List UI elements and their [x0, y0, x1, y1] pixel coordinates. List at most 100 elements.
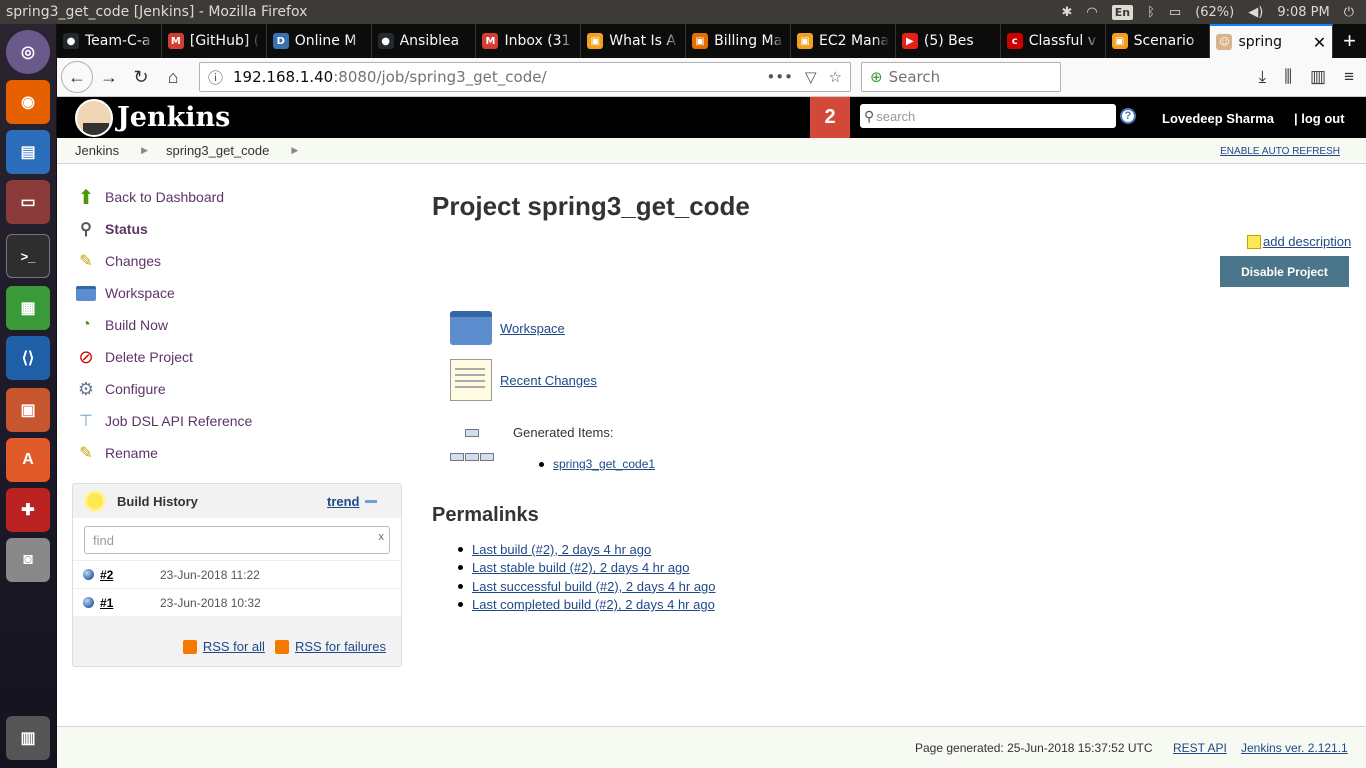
task-rename[interactable]: ✎ Rename: [75, 437, 405, 469]
browser-tab[interactable]: ▣ Billing Ma: [686, 24, 792, 58]
browser-tab[interactable]: ● Team-C-a: [57, 24, 162, 58]
trend-link[interactable]: trend: [327, 494, 360, 509]
presentation-icon[interactable]: ▣: [6, 388, 50, 432]
wifi-icon[interactable]: ◠: [1086, 5, 1097, 20]
new-tab-button[interactable]: +: [1333, 24, 1366, 58]
task-job-dsl-api-reference[interactable]: ⊤ Job DSL API Reference: [75, 405, 405, 437]
jenkins-butler-icon: [75, 98, 113, 137]
generated-items-label: Generated Items:: [513, 425, 614, 440]
url-bar[interactable]: ⓘ 192.168.1.40:8080/job/spring3_get_code…: [199, 62, 851, 92]
rest-api-link[interactable]: REST API: [1173, 741, 1227, 755]
task-delete-project[interactable]: ⊘ Delete Project: [75, 341, 405, 373]
build-number-link[interactable]: #2: [100, 568, 160, 582]
build-history-widget: Build History trend find x #2 23-Jun-201…: [72, 483, 402, 667]
sidebar-icon[interactable]: ▥: [1310, 67, 1326, 87]
permalink-last-stable-build[interactable]: Last stable build (#2), 2 days 4 hr ago: [472, 560, 690, 575]
spreadsheet-icon[interactable]: ▦: [6, 286, 50, 330]
close-tab-icon[interactable]: ✕: [1313, 33, 1326, 52]
breadcrumb-item-jenkins[interactable]: Jenkins: [75, 143, 119, 158]
clear-find-icon[interactable]: x: [379, 531, 385, 543]
downloads-icon[interactable]: ⤓: [1259, 67, 1267, 87]
page-actions-icon[interactable]: •••: [766, 68, 793, 86]
rss-failures-link[interactable]: RSS for failures: [295, 639, 386, 654]
bookmark-star-icon[interactable]: ☆: [829, 68, 842, 86]
add-description-link[interactable]: add description: [1247, 234, 1351, 249]
browser-tab[interactable]: ▣ What Is A: [581, 24, 687, 58]
permalink-last-build[interactable]: Last build (#2), 2 days 4 hr ago: [472, 542, 651, 557]
trash-icon[interactable]: ▥: [6, 716, 50, 760]
jenkins-version-link[interactable]: Jenkins ver. 2.121.1: [1241, 741, 1348, 755]
browser-tab[interactable]: ▶ (5) Bes: [896, 24, 1001, 58]
home-button[interactable]: ⌂: [157, 61, 189, 93]
image-viewer-icon[interactable]: ▤: [6, 130, 50, 174]
battery-percent[interactable]: (62%): [1195, 5, 1234, 20]
menu-icon[interactable]: ≡: [1344, 67, 1354, 87]
system-settings-icon[interactable]: ✚: [6, 488, 50, 532]
library-icon[interactable]: ⫼: [1284, 67, 1292, 87]
back-button[interactable]: ←: [61, 61, 93, 93]
jenkins-logo[interactable]: Jenkins: [75, 98, 230, 137]
settings-gear-icon[interactable]: ✱: [1061, 5, 1072, 20]
power-icon[interactable]: ⏻: [1344, 5, 1354, 20]
disable-project-button[interactable]: Disable Project: [1220, 256, 1349, 287]
browser-tab[interactable]: M [GitHub] (: [162, 24, 267, 58]
task-changes[interactable]: ✎ Changes: [75, 245, 405, 277]
browser-tab[interactable]: ▣ EC2 Mana: [791, 24, 896, 58]
magnifier-icon: ⚲: [80, 221, 92, 238]
jenkins-search-box[interactable]: ⚲: [860, 104, 1116, 128]
ubuntu-dash-icon[interactable]: ◎: [6, 30, 50, 74]
browser-tab[interactable]: ● Ansiblea: [372, 24, 477, 58]
clock[interactable]: 9:08 PM: [1277, 5, 1329, 20]
rss-all-link[interactable]: RSS for all: [203, 639, 265, 654]
logout-link[interactable]: | log out: [1294, 111, 1345, 126]
forward-button[interactable]: →: [93, 61, 125, 93]
browser-search-box[interactable]: ⊕ Search: [861, 62, 1061, 92]
browser-tab[interactable]: M Inbox (31: [476, 24, 582, 58]
build-find-input[interactable]: find x: [84, 526, 390, 554]
permalink-last-completed-build[interactable]: Last completed build (#2), 2 days 4 hr a…: [472, 597, 715, 612]
bluetooth-icon[interactable]: ᛒ: [1147, 5, 1155, 20]
files-icon[interactable]: ▭: [6, 180, 50, 224]
task-status[interactable]: ⚲ Status: [75, 213, 405, 245]
notification-badge[interactable]: 2: [810, 97, 850, 138]
build-date[interactable]: 23-Jun-2018 10:32: [160, 596, 261, 610]
chevron-right-icon[interactable]: ▶: [291, 145, 298, 156]
recent-changes-link[interactable]: Recent Changes: [450, 359, 597, 401]
firefox-icon[interactable]: ◉: [6, 80, 50, 124]
build-number-link[interactable]: #1: [100, 596, 160, 610]
pocket-icon[interactable]: ▽: [805, 68, 817, 86]
chevron-right-icon[interactable]: ▶: [141, 145, 148, 156]
enable-auto-refresh-link[interactable]: ENABLE AUTO REFRESH: [1220, 146, 1340, 157]
task-build-now[interactable]: ◔ Build Now: [75, 309, 405, 341]
build-date[interactable]: 23-Jun-2018 11:22: [160, 568, 260, 582]
battery-icon[interactable]: ▭: [1169, 5, 1181, 20]
aws-icon: ▣: [1111, 33, 1128, 49]
folder-icon: [75, 282, 97, 304]
breadcrumb-item-project[interactable]: spring3_get_code: [166, 143, 269, 158]
jenkins-search-input[interactable]: [876, 108, 1097, 124]
bullet: [539, 461, 544, 467]
permalink-last-successful-build[interactable]: Last successful build (#2), 2 days 4 hr …: [472, 579, 716, 594]
keyboard-layout-indicator[interactable]: En: [1111, 4, 1134, 20]
browser-tab[interactable]: ▣ Scenario: [1106, 24, 1211, 58]
browser-tab[interactable]: D Online M: [267, 24, 372, 58]
task-configure[interactable]: ⚙ Configure: [75, 373, 405, 405]
camera-icon[interactable]: ◙: [6, 538, 50, 582]
terminal-icon[interactable]: >_: [6, 234, 50, 278]
software-center-icon[interactable]: A: [6, 438, 50, 482]
task-back-to-dashboard[interactable]: ⬆ Back to Dashboard: [75, 181, 405, 213]
search-icon: ⚲: [864, 107, 875, 124]
browser-tab[interactable]: c Classful v: [1001, 24, 1106, 58]
vscode-icon[interactable]: ⟨⟩: [6, 336, 50, 380]
info-icon[interactable]: ⓘ: [208, 67, 223, 88]
permalinks-list: Last build (#2), 2 days 4 hr ago Last st…: [458, 540, 716, 614]
browser-tab-active[interactable]: ☺ spring ✕: [1210, 24, 1334, 58]
workspace-link[interactable]: Workspace: [450, 311, 565, 345]
help-icon[interactable]: ?: [1120, 108, 1136, 124]
user-name-link[interactable]: Lovedeep Sharma: [1162, 111, 1274, 126]
reload-button[interactable]: ↻: [125, 61, 157, 93]
generated-item-link[interactable]: spring3_get_code1: [553, 457, 655, 471]
task-workspace[interactable]: Workspace: [75, 277, 405, 309]
volume-icon[interactable]: ◀): [1248, 5, 1263, 20]
trend-collapse-icon[interactable]: [365, 500, 377, 503]
